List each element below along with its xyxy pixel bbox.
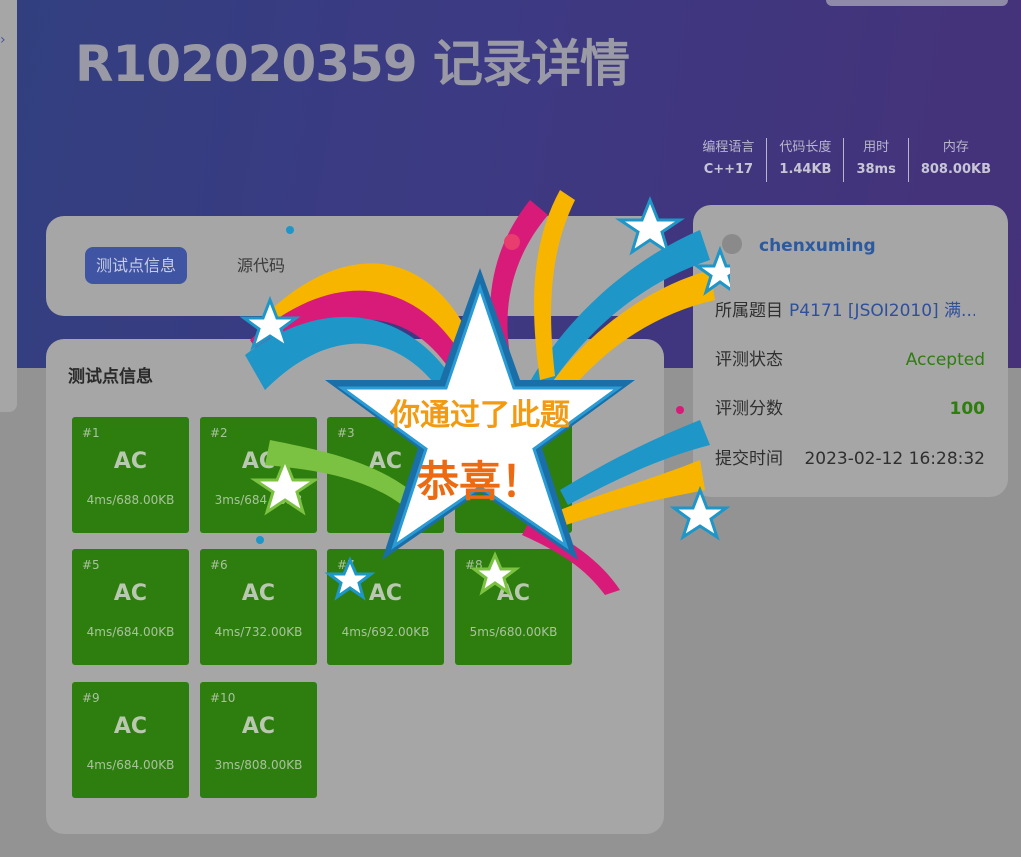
testcase-id: #1 <box>82 426 100 440</box>
stat-label: 内存 <box>942 140 969 155</box>
chevron-right-icon[interactable]: › <box>0 32 6 48</box>
testcases-title: 测试点信息 <box>68 367 153 387</box>
row-score: 评测分数 100 <box>715 396 985 422</box>
submit-time-value: 2023-02-12 16:28:32 <box>804 449 985 469</box>
testcase-status: AC <box>113 714 148 739</box>
testcase-info: 4ms/684.00KB <box>86 625 175 639</box>
stat-code-length: 代码长度 1.44KB <box>766 138 843 182</box>
stat-value: 808.00KB <box>920 162 991 177</box>
testcase-info: 4ms/732.00KB <box>214 625 303 639</box>
testcase-id: #5 <box>82 558 100 572</box>
score-value: 100 <box>949 399 986 419</box>
celebration-text-2: 恭喜！ <box>416 457 543 506</box>
tab-testcases[interactable]: 测试点信息 <box>85 247 188 284</box>
stat-memory: 内存 808.00KB <box>907 138 1003 182</box>
stat-value: C++17 <box>703 162 754 177</box>
stat-label: 用时 <box>863 140 890 155</box>
row-status: 评测状态 Accepted <box>715 347 985 373</box>
testcase-1[interactable]: #1 AC 4ms/688.00KB <box>72 417 189 533</box>
celebration-text-1: 你通过了此题 <box>390 398 570 433</box>
stat-time: 用时 38ms <box>843 138 907 182</box>
testcase-status: AC <box>113 449 148 474</box>
record-info-card: chenxuming 所属题目 P4171 [JSOI2010] 满... 评测… <box>693 205 1008 497</box>
testcase-5[interactable]: #5 AC 4ms/684.00KB <box>72 549 189 665</box>
testcase-info: 3ms/808.00KB <box>214 758 303 772</box>
stat-label: 代码长度 <box>779 140 832 155</box>
row-problem: 所属题目 P4171 [JSOI2010] 满... <box>715 298 985 324</box>
stat-label: 编程语言 <box>702 140 755 155</box>
stat-language: 编程语言 C++17 <box>690 138 766 182</box>
username-link[interactable]: chenxuming <box>759 236 876 256</box>
side-panel[interactable] <box>0 0 17 412</box>
status-value: Accepted <box>905 350 985 370</box>
top-right-button[interactable] <box>826 0 1008 6</box>
testcase-10[interactable]: #10 AC 3ms/808.00KB <box>200 682 317 798</box>
row-submit-time: 提交时间 2023-02-12 16:28:32 <box>715 446 985 472</box>
testcase-9[interactable]: #9 AC 4ms/684.00KB <box>72 682 189 798</box>
celebration-overlay[interactable]: 你通过了此题 恭喜！ <box>230 190 748 610</box>
testcase-id: #2 <box>210 426 228 440</box>
testcase-info: 4ms/684.00KB <box>86 758 175 772</box>
stat-value: 1.44KB <box>779 162 832 177</box>
testcase-id: #9 <box>82 691 100 705</box>
testcase-id: #10 <box>210 691 236 705</box>
problem-link[interactable]: P4171 [JSOI2010] 满... <box>789 298 975 324</box>
testcase-info: 4ms/688.00KB <box>86 493 175 507</box>
testcase-info: 4ms/692.00KB <box>341 625 430 639</box>
record-stats: 编程语言 C++17 代码长度 1.44KB 用时 38ms 内存 808.00… <box>690 138 1003 182</box>
testcase-info: 5ms/680.00KB <box>469 625 558 639</box>
testcase-status: AC <box>113 581 148 606</box>
testcase-status: AC <box>241 714 276 739</box>
testcase-id: #6 <box>210 558 228 572</box>
stat-value: 38ms <box>856 162 896 177</box>
page-title: R102020359 记录详情 <box>75 35 630 93</box>
